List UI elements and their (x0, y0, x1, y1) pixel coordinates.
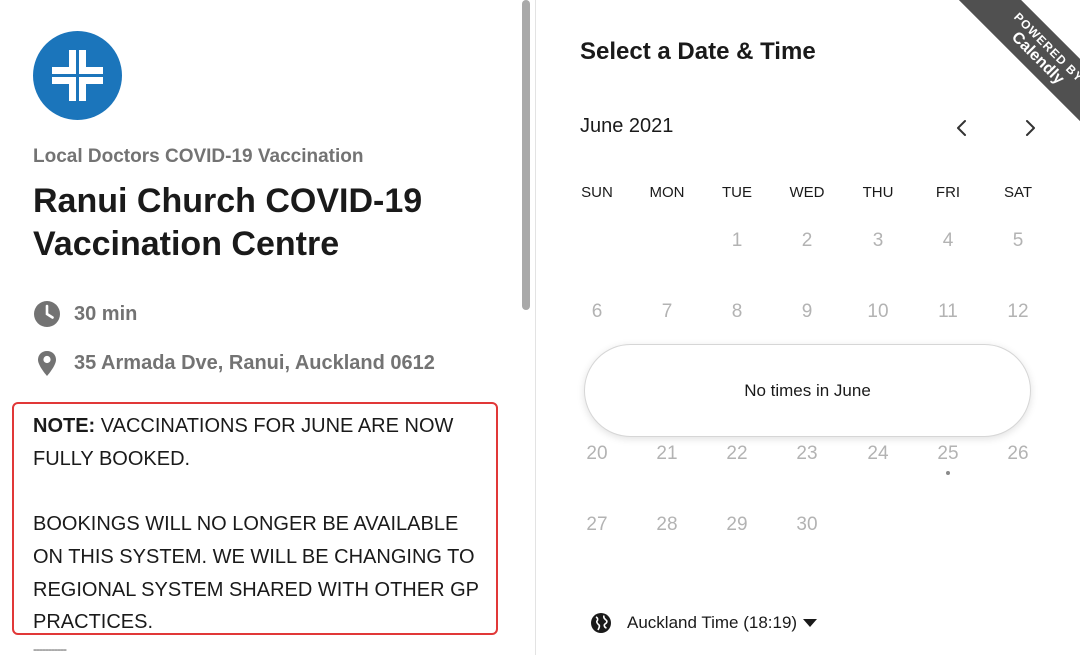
calendar-day: 29 (726, 514, 748, 535)
today-indicator-dot (946, 471, 950, 475)
weekday-1: MON (649, 184, 685, 201)
note-paragraph-2: BOOKINGS WILL NO LONGER BE AVAILABLE ON … (33, 513, 479, 634)
calendar-day: 24 (867, 443, 889, 464)
calendar-day: 23 (796, 443, 818, 464)
calendar-day: 6 (591, 301, 603, 322)
duration-row: 30 min (33, 301, 137, 327)
ribbon-band: POWERED BY Calendly (956, 0, 1080, 140)
weekday-4: THU (862, 184, 894, 201)
booking-note-box: NOTE: VACCINATIONS FOR JUNE ARE NOW FULL… (12, 402, 498, 635)
calendar-day: 11 (938, 301, 958, 322)
calendar-day: 21 (656, 443, 678, 464)
calendar-day: 9 (801, 301, 813, 322)
timezone-label: Auckland Time (18:19) (627, 613, 798, 632)
calendar-day: 1 (731, 230, 743, 251)
weekday-5: FRI (935, 184, 961, 201)
calendar-day: 25 (937, 443, 959, 464)
calendar-day: 27 (586, 514, 608, 535)
calendar-day: 12 (1007, 301, 1029, 322)
calendar-day: 26 (1007, 443, 1029, 464)
scheduler-title: Select a Date & Time (580, 38, 816, 65)
booking-note-text: NOTE: VACCINATIONS FOR JUNE ARE NOW FULL… (33, 410, 493, 634)
map-pin-icon (33, 349, 61, 377)
calendar-day: 7 (661, 301, 673, 322)
no-times-message: No times in June (744, 380, 871, 400)
calendar-day: 2 (801, 230, 813, 251)
no-times-popup: No times in June (584, 344, 1031, 437)
calendar-day: 28 (656, 514, 678, 535)
month-label: June 2021 (580, 115, 674, 137)
calendar-day: 3 (872, 230, 884, 251)
calendar-day: 5 (1012, 230, 1024, 251)
note-label: NOTE: (33, 415, 96, 437)
event-title: Ranui Church COVID-19 Vaccination Centre (33, 182, 423, 263)
left-panel-scrollbar[interactable] (522, 0, 530, 310)
calendar-day: 30 (796, 514, 818, 535)
calendar-day: 20 (586, 443, 608, 464)
weekday-3: WED (789, 184, 825, 201)
medical-cross-logo (33, 31, 122, 120)
powered-by-ribbon[interactable]: POWERED BY Calendly (940, 0, 1080, 140)
clock-icon (33, 300, 61, 328)
cross-icon (52, 50, 103, 101)
location-row: 35 Armada Dve, Ranui, Auckland 0612 (33, 350, 435, 376)
weekday-2: TUE (722, 184, 752, 201)
location-text: 35 Armada Dve, Ranui, Auckland 0612 (74, 351, 435, 374)
trailing-divider-text: ----------- (33, 642, 67, 656)
caret-down-icon (803, 619, 818, 627)
duration-text: 30 min (74, 302, 138, 325)
note-paragraph-1: NOTE: VACCINATIONS FOR JUNE ARE NOW FULL… (33, 410, 493, 475)
timezone-selector[interactable]: Auckland Time (18:19) (590, 610, 818, 636)
globe-icon (591, 613, 611, 633)
calendar-day: 10 (867, 301, 889, 322)
panel-divider (535, 0, 536, 655)
calendar-day: 22 (726, 443, 748, 464)
event-details-panel: Local Doctors COVID-19 Vaccination Ranui… (0, 0, 535, 656)
weekday-6: SAT (1003, 184, 1033, 201)
calendar-day: 8 (731, 301, 743, 322)
calendar-day: 4 (942, 230, 954, 251)
organizer-name: Local Doctors COVID-19 Vaccination (33, 146, 364, 167)
weekday-0: SUN (581, 184, 613, 201)
note-spacer (33, 475, 493, 508)
note-line-1: VACCINATIONS FOR JUNE ARE NOW FULLY BOOK… (33, 415, 454, 470)
